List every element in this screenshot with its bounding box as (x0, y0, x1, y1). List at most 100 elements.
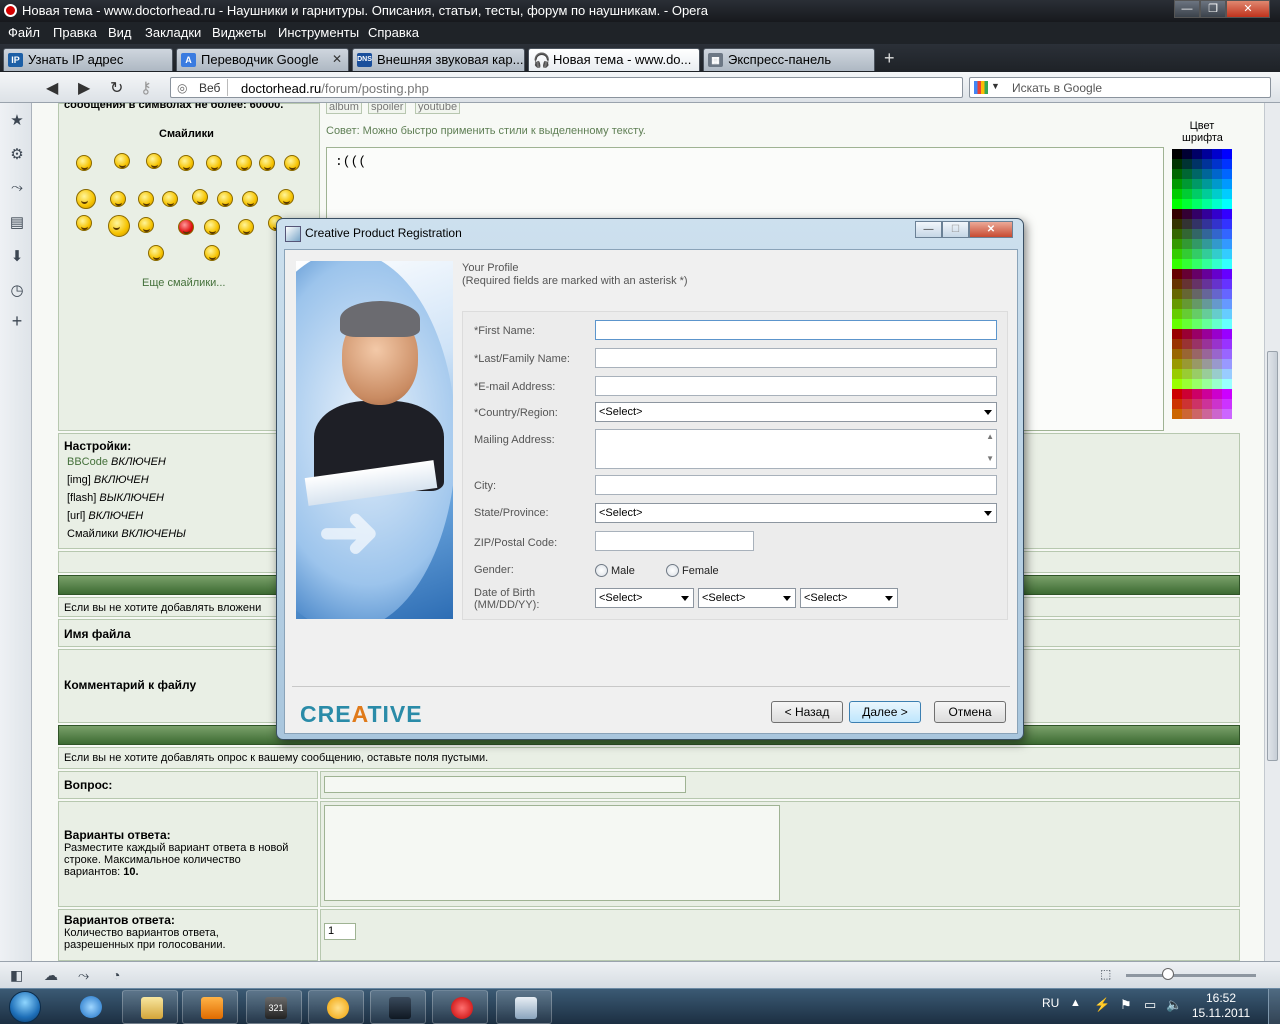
color-swatch[interactable] (1172, 239, 1182, 249)
color-swatch[interactable] (1212, 329, 1222, 339)
dob-day-select[interactable]: <Select> (698, 588, 796, 608)
color-swatch[interactable] (1212, 259, 1222, 269)
gender-male-radio[interactable] (595, 564, 608, 577)
color-swatch[interactable] (1172, 229, 1182, 239)
color-swatch[interactable] (1212, 219, 1222, 229)
zip-input[interactable] (595, 531, 754, 551)
color-swatch[interactable] (1182, 299, 1192, 309)
color-swatch[interactable] (1172, 159, 1182, 169)
color-swatch[interactable] (1222, 339, 1232, 349)
smiley-icon[interactable] (206, 155, 222, 171)
color-swatch[interactable] (1202, 399, 1212, 409)
taskbar-ie[interactable] (62, 990, 118, 1024)
color-swatch[interactable] (1212, 339, 1222, 349)
color-swatch[interactable] (1192, 199, 1202, 209)
restore-icon[interactable]: ❐ (1200, 0, 1226, 18)
color-swatch[interactable] (1222, 189, 1232, 199)
color-swatch[interactable] (1192, 329, 1202, 339)
close-icon[interactable]: ✕ (969, 221, 1013, 238)
scroll-down-icon[interactable]: ▼ (986, 454, 994, 463)
color-swatch[interactable] (1222, 259, 1232, 269)
color-swatch[interactable] (1202, 149, 1212, 159)
color-swatch[interactable] (1172, 399, 1182, 409)
color-swatch[interactable] (1222, 179, 1232, 189)
smiley-icon[interactable] (76, 189, 96, 209)
color-swatch[interactable] (1212, 169, 1222, 179)
color-swatch[interactable] (1222, 389, 1232, 399)
tab-translate[interactable]: A Переводчик Google ✕ (176, 48, 349, 71)
dob-year-select[interactable]: <Select> (800, 588, 898, 608)
taskbar-kmp[interactable] (370, 990, 426, 1024)
color-swatch[interactable] (1182, 389, 1192, 399)
color-swatch[interactable] (1182, 279, 1192, 289)
color-swatch[interactable] (1202, 179, 1212, 189)
share-icon[interactable]: ⤳ (78, 967, 89, 984)
color-swatch[interactable] (1192, 299, 1202, 309)
color-swatch[interactable] (1192, 269, 1202, 279)
taskbar-opera[interactable] (432, 990, 488, 1024)
smiley-icon[interactable] (242, 191, 258, 207)
color-swatch[interactable] (1212, 249, 1222, 259)
country-select[interactable]: <Select> (595, 402, 997, 422)
color-swatch[interactable] (1212, 269, 1222, 279)
zoom-slider[interactable] (1126, 974, 1256, 977)
color-swatch[interactable] (1172, 249, 1182, 259)
angry-smiley-icon[interactable] (178, 219, 194, 235)
spoiler-tag-button[interactable]: spoiler (368, 103, 407, 114)
mailing-address-input[interactable]: ▲ ▼ (595, 429, 997, 469)
color-swatch[interactable] (1182, 249, 1192, 259)
color-swatch[interactable] (1202, 229, 1212, 239)
google-icon[interactable] (974, 81, 988, 94)
color-swatch[interactable] (1192, 249, 1202, 259)
color-swatch[interactable] (1182, 179, 1192, 189)
color-swatch[interactable] (1222, 219, 1232, 229)
show-desktop-button[interactable] (1268, 989, 1280, 1024)
gear-icon[interactable]: ⚙ (9, 145, 25, 163)
color-swatch[interactable] (1212, 239, 1222, 249)
color-swatch[interactable] (1172, 199, 1182, 209)
download-icon[interactable]: ⬇ (9, 247, 25, 265)
smiley-icon[interactable] (162, 191, 178, 207)
back-arrow-icon[interactable]: ◀ (46, 78, 58, 98)
color-swatch[interactable] (1182, 399, 1192, 409)
color-swatch[interactable] (1212, 319, 1222, 329)
tab-ip[interactable]: IP Узнать IP адрес (3, 48, 173, 71)
color-swatch[interactable] (1202, 389, 1212, 399)
color-swatch[interactable] (1202, 289, 1212, 299)
cancel-button[interactable]: Отмена (934, 701, 1006, 723)
color-swatch[interactable] (1212, 379, 1222, 389)
color-swatch[interactable] (1212, 209, 1222, 219)
minimize-icon[interactable]: — (915, 221, 942, 238)
reload-icon[interactable]: ↻ (110, 78, 123, 98)
zoom-slider-knob[interactable] (1162, 968, 1174, 980)
color-swatch[interactable] (1172, 369, 1182, 379)
language-indicator[interactable]: RU (1042, 996, 1059, 1010)
bookmarks-star-icon[interactable]: ★ (9, 111, 25, 129)
color-swatch[interactable] (1182, 309, 1192, 319)
color-swatch[interactable] (1212, 399, 1222, 409)
color-swatch[interactable] (1182, 339, 1192, 349)
color-swatch[interactable] (1202, 169, 1212, 179)
color-swatch[interactable] (1212, 179, 1222, 189)
color-swatch[interactable] (1192, 159, 1202, 169)
color-swatch[interactable] (1202, 349, 1212, 359)
network-icon[interactable]: ⚑ (1120, 997, 1132, 1013)
color-swatch[interactable] (1172, 349, 1182, 359)
key-icon[interactable]: ⚷ (140, 78, 152, 98)
chevron-down-icon[interactable]: ▼ (991, 81, 1000, 91)
color-swatch[interactable] (1182, 409, 1192, 419)
notes-icon[interactable]: ▤ (9, 213, 25, 231)
city-input[interactable] (595, 475, 997, 495)
color-swatch[interactable] (1222, 279, 1232, 289)
color-swatch[interactable] (1222, 269, 1232, 279)
more-smilies-link[interactable]: Еще смайлики... (142, 277, 225, 289)
start-button[interactable] (2, 989, 50, 1024)
color-swatch[interactable] (1222, 379, 1232, 389)
smiley-icon[interactable] (204, 219, 220, 235)
tab-soundcard[interactable]: DNS Внешняя звуковая кар... (352, 48, 525, 71)
add-panel-icon[interactable]: + (9, 311, 25, 332)
color-swatch[interactable] (1192, 229, 1202, 239)
color-swatch[interactable] (1192, 219, 1202, 229)
color-swatch[interactable] (1212, 149, 1222, 159)
smiley-icon[interactable] (108, 215, 130, 237)
